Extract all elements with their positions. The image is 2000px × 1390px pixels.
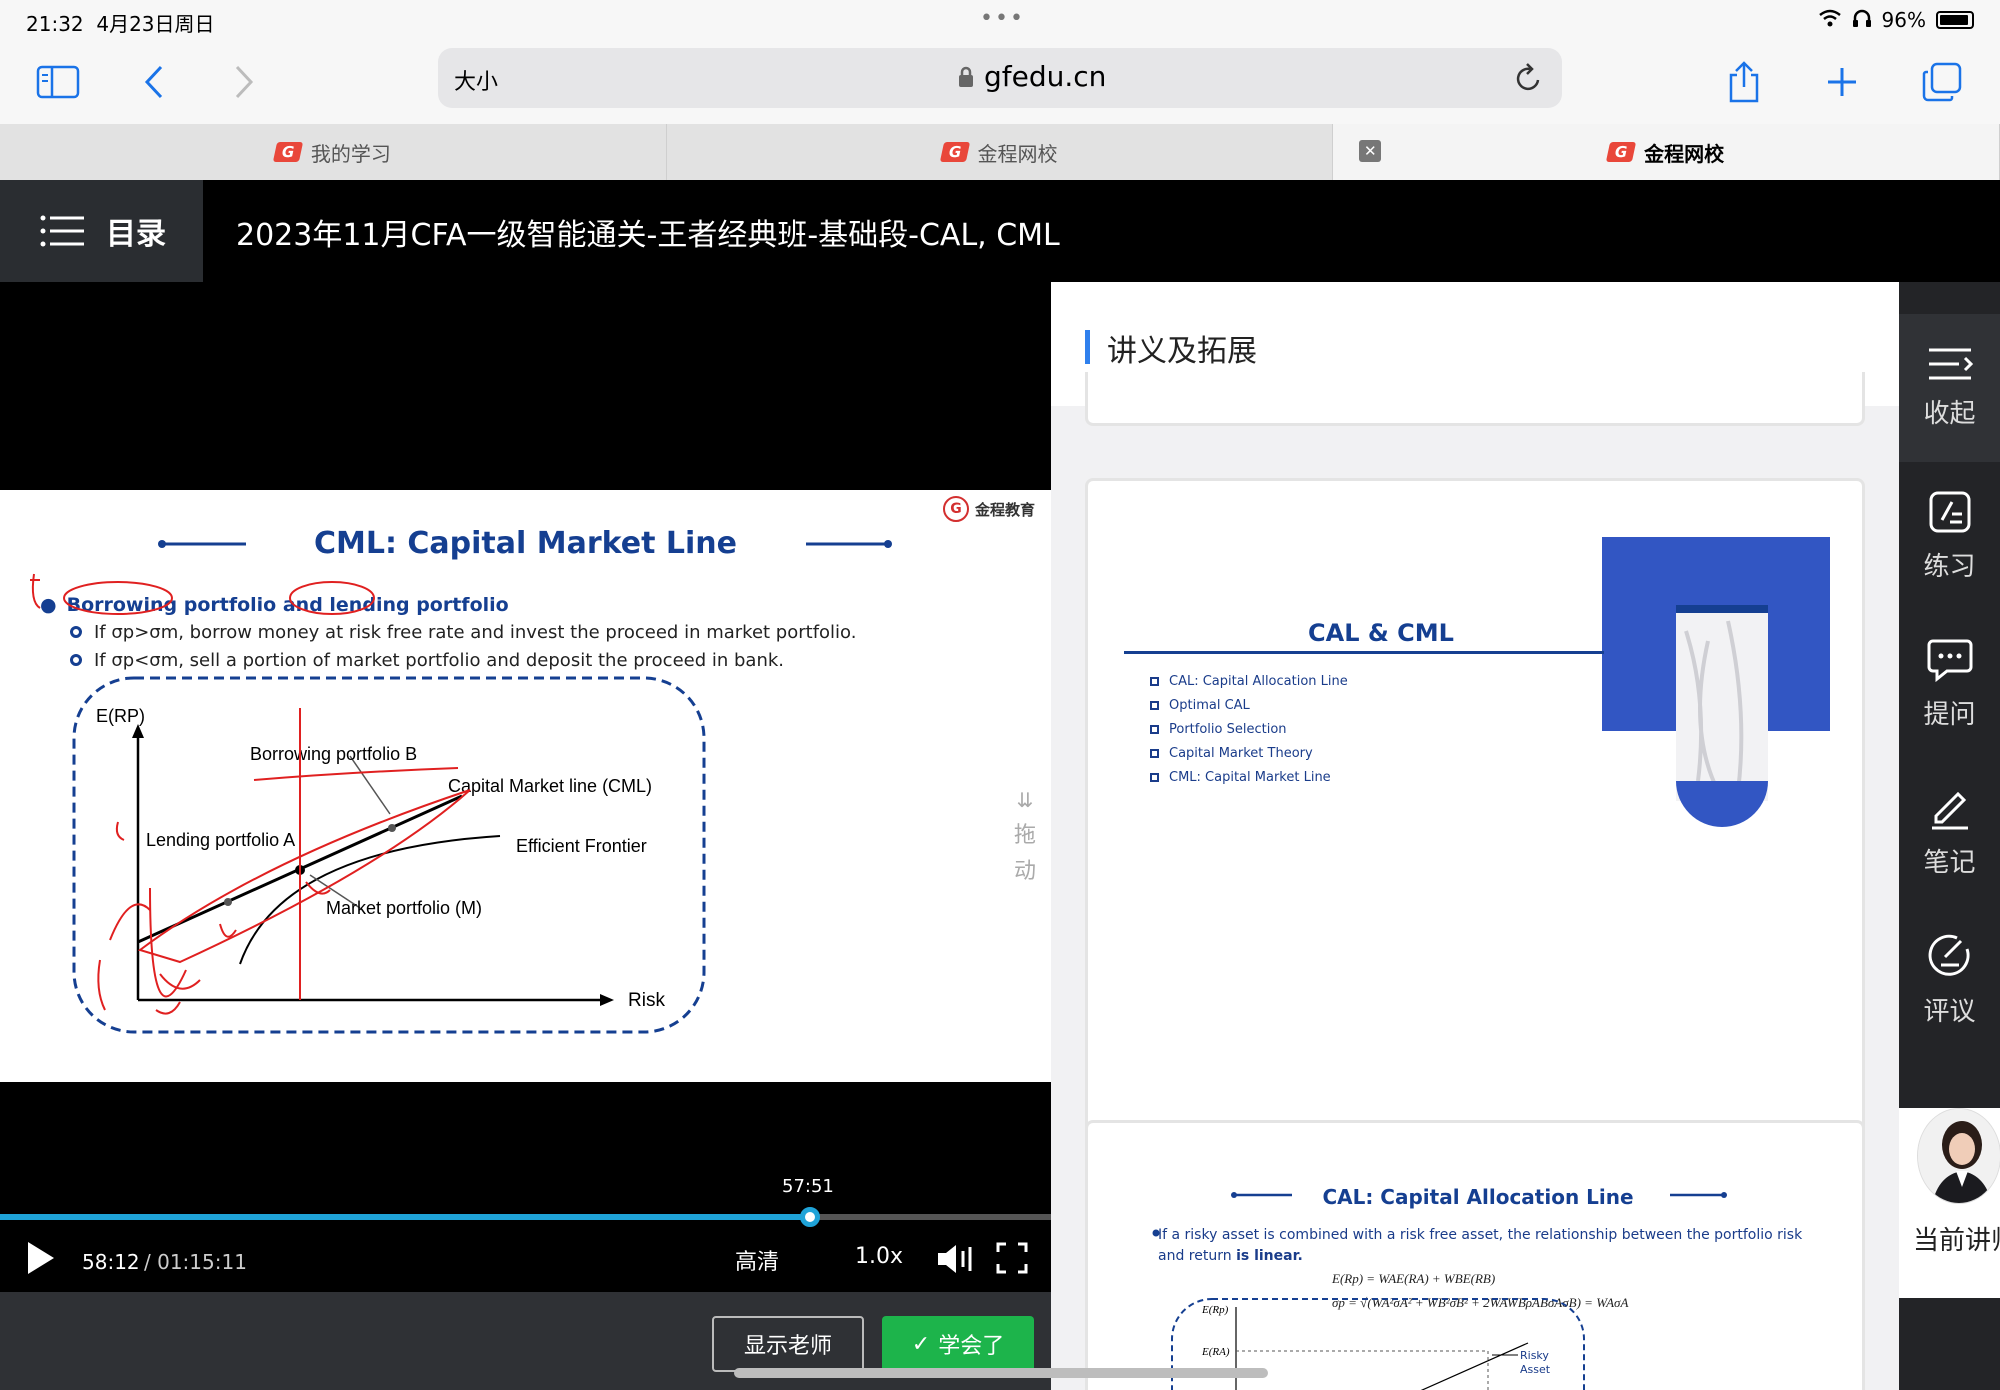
cover-toc: CAL: Capital Allocation Line Optimal CAL… <box>1150 669 1348 789</box>
check-icon: ✓ <box>911 1331 931 1357</box>
rail-collapse[interactable]: 收起 <box>1899 314 2000 462</box>
fullscreen-icon[interactable] <box>996 1242 1028 1278</box>
chat-icon <box>1927 639 1972 682</box>
battery-percent: 96% <box>1881 8 1926 32</box>
handwritten-annotations <box>30 573 471 1015</box>
text-size-button[interactable]: 大小 <box>454 64 498 96</box>
close-tab-icon[interactable]: ✕ <box>1359 140 1382 162</box>
list-icon <box>40 215 84 247</box>
panel-title-accent <box>1085 330 1090 364</box>
toc-item: CML: Capital Market Line <box>1150 765 1348 789</box>
rail-question[interactable]: 提问 <box>1899 610 2000 758</box>
borrowing-label: Borrowing portfolio B <box>250 744 417 764</box>
status-right: 96% <box>1818 8 1974 32</box>
handout-card-prev[interactable] <box>1085 372 1865 426</box>
handout-panel: 讲义及拓展 CAL & CML CAL: Capital Allocation … <box>1051 282 1899 1390</box>
course-header: 目录 2023年11月CFA一级智能通关-王者经典班-基础段-CAL, CML <box>0 180 2000 282</box>
site-logo-icon: G <box>939 142 970 162</box>
status-bar: 21:32 4月23日周日 ••• 96% <box>0 0 2000 40</box>
url-display[interactable]: gfedu.cn <box>958 60 1106 93</box>
sidebar-toggle-icon[interactable] <box>30 54 86 110</box>
quality-button[interactable]: 高清 <box>735 1244 779 1276</box>
frontier-label: Efficient Frontier <box>516 836 647 856</box>
wifi-icon <box>1818 8 1842 32</box>
video-player[interactable]: G 金程教育 CML: Capital Market Line ● Borrowin… <box>0 282 1051 1390</box>
volume-icon[interactable] <box>936 1242 976 1280</box>
back-icon[interactable] <box>126 54 182 110</box>
toc-item: CAL: Capital Allocation Line <box>1150 669 1348 693</box>
y-axis-label: E(RP) <box>96 706 145 726</box>
market-label: Market portfolio (M) <box>326 898 482 918</box>
teacher-avatar <box>1917 1108 2000 1204</box>
lending-label: Lending portfolio A <box>146 830 295 850</box>
show-teacher-button[interactable]: 显示老师 <box>712 1316 864 1372</box>
x-axis-label: Risk <box>628 990 665 1011</box>
cal-y-label: E(Rp) <box>1201 1304 1229 1316</box>
browser-toolbar: 大小 gfedu.cn <box>0 40 2000 124</box>
practice-icon <box>1929 491 1970 532</box>
toc-item: Capital Market Theory <box>1150 741 1348 765</box>
share-icon[interactable] <box>1716 54 1772 110</box>
progress-bar[interactable] <box>0 1207 1051 1227</box>
new-tab-icon[interactable] <box>1814 54 1870 110</box>
rail-notes[interactable]: 笔记 <box>1899 758 2000 906</box>
cal-ya-label: E(RA) <box>1201 1346 1230 1358</box>
progress-thumb[interactable] <box>800 1207 821 1227</box>
total-time: / 01:15:11 <box>144 1250 247 1274</box>
rail-review[interactable]: 评议 <box>1899 906 2000 1054</box>
review-icon <box>1928 934 1970 976</box>
cal-mini-chart: E(Rp) E(RA) Risky Asset <box>1171 1298 1585 1390</box>
lecture-slide: G 金程教育 CML: Capital Market Line ● Borrowin… <box>0 490 1051 1082</box>
headphones-icon <box>1852 8 1872 32</box>
course-title: 2023年11月CFA一级智能通关-王者经典班-基础段-CAL, CML <box>236 218 1060 253</box>
toc-item: Optimal CAL <box>1150 693 1348 717</box>
cover-title: CAL & CML <box>1308 619 1454 647</box>
more-dots-icon[interactable]: ••• <box>980 6 1025 31</box>
cal-asset-label: Asset <box>1520 1363 1551 1376</box>
current-teacher[interactable]: 当前讲师 <box>1899 1108 2000 1298</box>
play-icon[interactable] <box>28 1242 54 1274</box>
toc-item: Portfolio Selection <box>1150 717 1348 741</box>
site-logo-icon: G <box>1606 142 1637 162</box>
drag-grip-icon: ⇊ <box>1016 788 1034 812</box>
handout-card-cal[interactable]: CAL: Capital Allocation Line If a risky … <box>1085 1120 1865 1390</box>
reload-icon[interactable] <box>1514 62 1544 98</box>
cml-diagram: E(RP) Risk Borrowing portfolio B Capital… <box>30 573 706 1034</box>
progress-fill <box>0 1214 811 1220</box>
site-logo-icon: G <box>272 142 303 162</box>
speed-button[interactable]: 1.0x <box>855 1244 903 1269</box>
collapse-icon <box>1928 348 1973 379</box>
battery-icon <box>1936 11 1974 29</box>
tabs-overview-icon[interactable] <box>1914 54 1970 110</box>
tab-jincheng-1[interactable]: G 金程网校 <box>667 124 1334 180</box>
tab-my-learning[interactable]: G 我的学习 <box>0 124 667 180</box>
status-time: 21:32 4月23日周日 <box>26 12 215 36</box>
home-indicator[interactable] <box>734 1368 1268 1378</box>
seek-tooltip: 57:51 <box>782 1176 834 1197</box>
teacher-label: 当前讲师 <box>1913 1226 2000 1256</box>
cml-label: Capital Market line (CML) <box>448 776 652 796</box>
panel-title: 讲义及拓展 <box>1107 334 1257 369</box>
rail-practice[interactable]: 练习 <box>1899 462 2000 610</box>
cal-risky-label: Risky <box>1520 1349 1549 1362</box>
current-time: 58:12 <box>82 1250 140 1274</box>
tab-jincheng-active[interactable]: ✕ G 金程网校 <box>1333 124 2000 180</box>
drag-handle[interactable]: ⇊ 拖动 <box>1008 782 1042 890</box>
catalog-button[interactable]: 目录 <box>0 180 203 282</box>
lock-icon <box>959 66 973 87</box>
player-controls: 58:12 / 01:15:11 高清 1.0x <box>0 1228 1051 1292</box>
forward-icon[interactable] <box>216 54 272 110</box>
browser-tabs: G 我的学习 G 金程网校 ✕ G 金程网校 <box>0 124 2000 180</box>
pencil-icon <box>1931 791 1968 829</box>
cover-rule <box>1124 651 1604 654</box>
learned-button[interactable]: ✓ 学会了 <box>882 1316 1034 1372</box>
address-bar[interactable]: 大小 gfedu.cn <box>438 48 1562 108</box>
